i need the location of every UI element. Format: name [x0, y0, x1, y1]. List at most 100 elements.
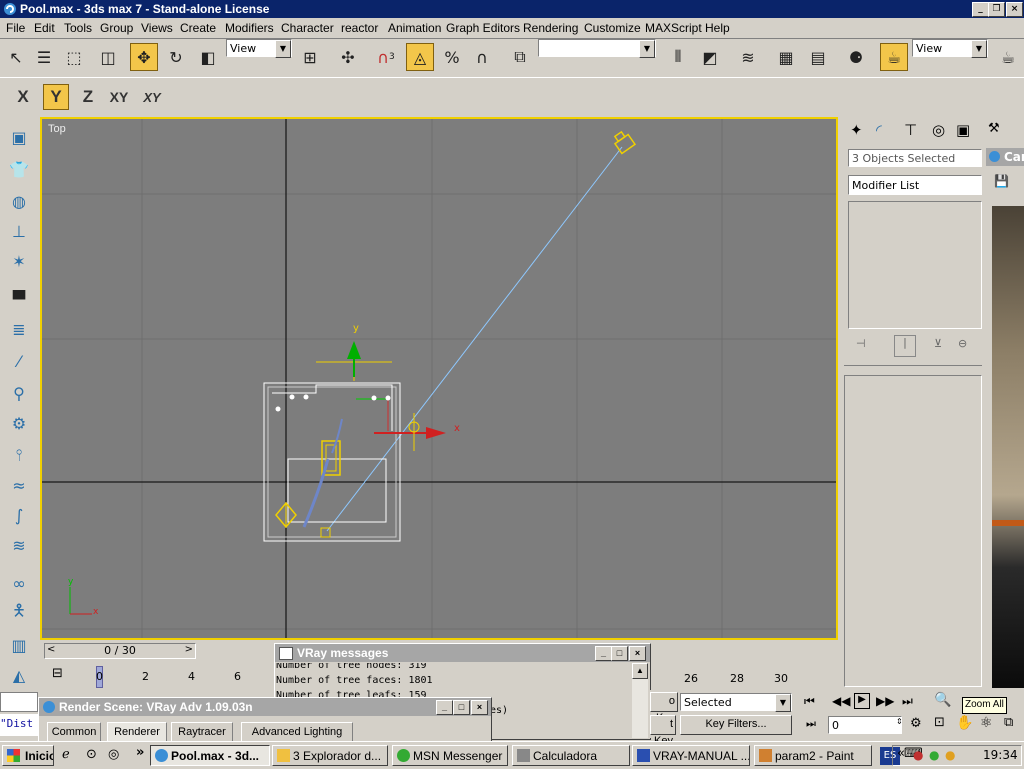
spinner-snap-icon[interactable]: ∩	[468, 43, 496, 71]
menu-rendering[interactable]: Rendering	[523, 21, 578, 35]
named-selection-combo[interactable]: ▼	[538, 39, 656, 58]
align-icon[interactable]: ◩	[696, 43, 724, 71]
zoom-icon[interactable]: 🔍	[934, 692, 951, 708]
track-bar-right[interactable]: 26 28 30	[650, 662, 840, 688]
layers-icon[interactable]: ≣	[6, 316, 32, 342]
box-small-icon[interactable]: ▥	[6, 632, 32, 658]
axis-x-button[interactable]: X	[10, 84, 36, 110]
render-maximize-button[interactable]: □	[453, 700, 470, 715]
window-crossing-icon[interactable]: ◫	[94, 43, 122, 71]
tab-raytracer[interactable]: Raytracer	[171, 722, 233, 742]
motion-tab-icon[interactable]: ◎	[932, 121, 945, 139]
start-button[interactable]: Inicio	[2, 745, 54, 766]
pan-view-icon[interactable]: ✋	[956, 715, 973, 731]
maximize-viewport-icon[interactable]: ⧉	[1004, 715, 1013, 730]
axis-xy-cycle-button[interactable]: XY	[139, 84, 165, 110]
link-icon[interactable]: ✣	[334, 43, 362, 71]
rotate-icon[interactable]: ↻	[162, 43, 190, 71]
modifier-list-combo[interactable]: Modifier List	[848, 175, 982, 195]
tray-icon-2[interactable]: ●	[929, 748, 939, 762]
mirror-icon[interactable]: ⫴	[664, 43, 692, 71]
menu-tools[interactable]: Tools	[64, 21, 92, 35]
maxscript-listener-top[interactable]	[0, 692, 38, 712]
render-minimize-button[interactable]: _	[436, 700, 453, 715]
gear-icon[interactable]: ⚙	[6, 410, 32, 436]
goto-end-icon[interactable]: ⏭	[902, 694, 913, 709]
tray-expand-icon[interactable]: «	[897, 746, 905, 761]
vray-maximize-button[interactable]: □	[611, 646, 628, 661]
schematic-view-icon[interactable]: ▤	[804, 43, 832, 71]
make-unique-icon[interactable]: ⊻	[934, 337, 942, 350]
track-view-icon[interactable]: ▦	[772, 43, 800, 71]
biped-icon[interactable]: 🯅	[6, 600, 32, 626]
percent-snap-icon[interactable]: %	[438, 43, 466, 71]
menu-customize[interactable]: Customize	[584, 21, 641, 35]
menu-views[interactable]: Views	[141, 21, 173, 35]
restore-button[interactable]: ❐	[988, 2, 1005, 17]
selection-name-field[interactable]: 3 Objects Selected	[848, 149, 982, 167]
menu-help[interactable]: Help	[705, 21, 730, 35]
chain-icon[interactable]: ∞	[6, 570, 32, 596]
task-3dsmax[interactable]: Pool.max - 3d...	[150, 745, 270, 766]
layer-manager-icon[interactable]: ≋	[734, 43, 762, 71]
axis-z-button[interactable]: Z	[75, 84, 101, 110]
set-key-button[interactable]: o Key	[650, 692, 678, 724]
menu-animation[interactable]: Animation	[388, 21, 441, 35]
next-frame-icon[interactable]: ▶▶	[876, 694, 894, 708]
vray-close-button[interactable]: ×	[629, 646, 646, 661]
rect-region-icon[interactable]: ⬚	[60, 43, 88, 71]
task-msn[interactable]: MSN Messenger	[392, 745, 508, 766]
remove-modifier-icon[interactable]: ⊖	[958, 337, 967, 350]
render-scene-icon[interactable]: ☕	[880, 43, 908, 71]
track-bar[interactable]: ⊟ 0 2 4 6	[40, 662, 274, 690]
track-filter-icon[interactable]: ⊟	[52, 666, 63, 681]
wave-icon[interactable]: ≈	[6, 472, 32, 498]
minimize-button[interactable]: _	[972, 2, 989, 17]
current-frame-field[interactable]: 0	[828, 716, 902, 734]
pivot-icon[interactable]: ⊞	[296, 43, 324, 71]
render-type-combo[interactable]: View ▼	[912, 39, 988, 58]
grid-icon[interactable]: ▀	[6, 286, 32, 312]
hierarchy-tab-icon[interactable]: ⊤	[904, 121, 917, 139]
modify-tab-icon[interactable]: ◜	[876, 121, 882, 139]
tray-icon-3[interactable]: ●	[945, 748, 955, 762]
modifier-stack[interactable]	[848, 201, 982, 329]
plane-icon[interactable]: ⊥	[6, 218, 32, 244]
menu-group[interactable]: Group	[100, 21, 133, 35]
vray-minimize-button[interactable]: _	[595, 646, 612, 661]
pan-icon[interactable]: ◭	[6, 662, 32, 688]
wind-icon[interactable]: ⫯	[6, 442, 32, 468]
tube-icon[interactable]: ⁄	[6, 348, 32, 374]
task-explorer[interactable]: 3 Explorador d...	[272, 745, 388, 766]
vray-messages-titlebar[interactable]: VRay messages _ □ ×	[275, 644, 650, 662]
scale-icon[interactable]: ◧	[194, 43, 222, 71]
time-config-icon[interactable]: ⚙	[910, 716, 922, 731]
task-word[interactable]: VRAY-MANUAL ...	[632, 745, 750, 766]
render-scene-window[interactable]: Render Scene: VRay Adv 1.09.03n _ □ × Co…	[38, 697, 492, 743]
show-end-result-icon[interactable]: |	[894, 335, 916, 357]
close-button[interactable]: ×	[1006, 2, 1023, 17]
browser-icon[interactable]: ◎	[108, 747, 119, 762]
create-tab-icon[interactable]: ✦	[850, 121, 863, 139]
quick-render-icon[interactable]: ☕	[994, 43, 1022, 71]
menu-create[interactable]: Create	[180, 21, 216, 35]
ie-icon[interactable]: ℯ	[62, 747, 70, 762]
reference-coord-combo[interactable]: View ▼	[226, 39, 292, 58]
task-paint[interactable]: param2 - Paint	[754, 745, 872, 766]
vray-scrollbar[interactable]: ▲	[632, 663, 648, 738]
maxscript-listener[interactable]: "Dist	[0, 714, 38, 736]
save-icon[interactable]: 💾	[994, 174, 1009, 188]
sphere-icon[interactable]: ◍	[6, 188, 32, 214]
ripple-icon[interactable]: ≋	[6, 532, 32, 558]
arc-rotate-icon[interactable]: ⚛	[980, 715, 993, 731]
menu-graph-editors[interactable]: Graph Editors	[446, 21, 520, 35]
create-box-icon[interactable]: ▣	[6, 124, 32, 150]
menu-edit[interactable]: Edit	[34, 21, 55, 35]
menu-modifiers[interactable]: Modifiers	[225, 21, 274, 35]
menu-file[interactable]: File	[6, 21, 25, 35]
material-editor-icon[interactable]: ⚈	[842, 43, 870, 71]
menu-maxscript[interactable]: MAXScript	[645, 21, 702, 35]
star-icon[interactable]: ✶	[6, 248, 32, 274]
render-close-button[interactable]: ×	[471, 700, 488, 715]
play-icon[interactable]: ▶	[854, 693, 870, 709]
